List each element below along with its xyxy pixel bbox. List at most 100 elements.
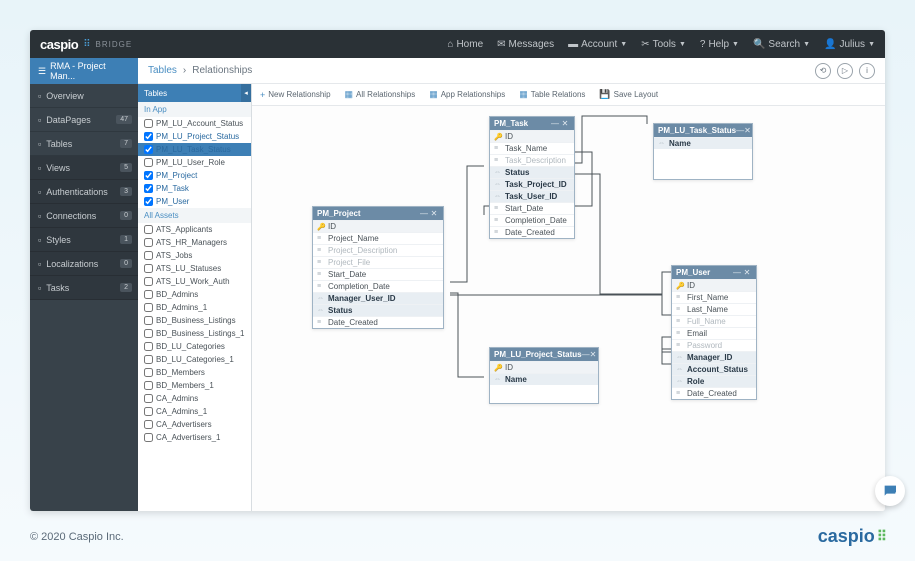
table-checkbox[interactable] bbox=[144, 277, 153, 286]
table-checkbox[interactable] bbox=[144, 342, 153, 351]
field-row[interactable]: ≡Project_Description bbox=[313, 244, 443, 256]
table-checkbox[interactable] bbox=[144, 368, 153, 377]
field-row[interactable]: 🔑ID bbox=[490, 361, 598, 373]
table-item[interactable]: BD_Admins_1 bbox=[138, 301, 251, 314]
table-item[interactable]: PM_LU_User_Role bbox=[138, 156, 251, 169]
table-checkbox[interactable] bbox=[144, 238, 153, 247]
table-item[interactable]: PM_Project bbox=[138, 169, 251, 182]
close-icon[interactable]: ✕ bbox=[742, 268, 752, 277]
nav-home[interactable]: ⌂Home bbox=[447, 39, 483, 50]
table-checkbox[interactable] bbox=[144, 329, 153, 338]
table-item[interactable]: PM_LU_Account_Status bbox=[138, 117, 251, 130]
nav-search[interactable]: 🔍Search▼ bbox=[753, 39, 810, 50]
table-pm-project[interactable]: PM_Project—✕ 🔑ID≡Project_Name≡Project_De… bbox=[312, 206, 444, 329]
nav-user[interactable]: 👤Julius▼ bbox=[824, 39, 875, 50]
play-button[interactable]: ▷ bbox=[837, 63, 853, 79]
nav-account[interactable]: ▬Account▼ bbox=[568, 39, 627, 50]
nav-help[interactable]: ?Help▼ bbox=[700, 39, 739, 50]
field-row[interactable]: ≡First_Name bbox=[672, 291, 756, 303]
table-checkbox[interactable] bbox=[144, 407, 153, 416]
table-checkbox[interactable] bbox=[144, 420, 153, 429]
close-icon[interactable]: ✕ bbox=[744, 126, 751, 135]
field-row[interactable]: ≡Date_Created bbox=[490, 226, 574, 238]
minimize-icon[interactable]: — bbox=[736, 126, 744, 135]
leftnav-item-tasks[interactable]: ▫Tasks2 bbox=[30, 276, 138, 300]
leftnav-item-datapages[interactable]: ▫DataPages47 bbox=[30, 108, 138, 132]
field-row[interactable]: ≡Completion_Date bbox=[313, 280, 443, 292]
table-item[interactable]: ATS_HR_Managers bbox=[138, 236, 251, 249]
minimize-icon[interactable]: — bbox=[582, 350, 590, 359]
table-relations-button[interactable]: ▦Table Relations bbox=[519, 89, 585, 100]
table-item[interactable]: BD_LU_Categories_1 bbox=[138, 353, 251, 366]
table-pm-lu-project-status[interactable]: PM_LU_Project_Status—✕ 🔑ID⇔Name bbox=[489, 347, 599, 404]
table-item[interactable]: BD_Admins bbox=[138, 288, 251, 301]
table-checkbox[interactable] bbox=[144, 145, 153, 154]
minimize-icon[interactable]: — bbox=[550, 119, 560, 128]
field-row[interactable]: ⇔Account_Status bbox=[672, 363, 756, 375]
field-row[interactable]: ≡Full_Name bbox=[672, 315, 756, 327]
field-row[interactable]: ⇔Status bbox=[313, 304, 443, 316]
table-item[interactable]: PM_User bbox=[138, 195, 251, 208]
field-row[interactable]: ≡Email bbox=[672, 327, 756, 339]
field-row[interactable]: ⇔Role bbox=[672, 375, 756, 387]
table-pm-lu-task-status[interactable]: PM_LU_Task_Status—✕ ⇔Name bbox=[653, 123, 753, 180]
leftnav-header[interactable]: ☰ RMA - Project Man... bbox=[30, 58, 138, 84]
table-item[interactable]: BD_LU_Categories bbox=[138, 340, 251, 353]
table-item[interactable]: BD_Business_Listings_1 bbox=[138, 327, 251, 340]
table-item[interactable]: ATS_LU_Statuses bbox=[138, 262, 251, 275]
table-item[interactable]: ATS_Applicants bbox=[138, 223, 251, 236]
field-row[interactable]: ⇔Manager_ID bbox=[672, 351, 756, 363]
table-checkbox[interactable] bbox=[144, 251, 153, 260]
field-row[interactable]: 🔑ID bbox=[313, 220, 443, 232]
field-row[interactable]: ≡Project_Name bbox=[313, 232, 443, 244]
leftnav-item-styles[interactable]: ▫Styles1 bbox=[30, 228, 138, 252]
field-row[interactable]: ⇔Name bbox=[654, 137, 752, 149]
field-row[interactable]: ⇔Task_Project_ID bbox=[490, 178, 574, 190]
table-checkbox[interactable] bbox=[144, 197, 153, 206]
relationship-canvas[interactable]: PM_Project—✕ 🔑ID≡Project_Name≡Project_De… bbox=[252, 106, 885, 511]
field-row[interactable]: 🔑ID bbox=[672, 279, 756, 291]
all-relationships-button[interactable]: ▦All Relationships bbox=[345, 89, 416, 100]
table-checkbox[interactable] bbox=[144, 290, 153, 299]
close-icon[interactable]: ✕ bbox=[429, 209, 439, 218]
table-item[interactable]: BD_Members bbox=[138, 366, 251, 379]
leftnav-item-views[interactable]: ▫Views5 bbox=[30, 156, 138, 180]
field-row[interactable]: ≡Password bbox=[672, 339, 756, 351]
leftnav-item-tables[interactable]: ▫Tables7 bbox=[30, 132, 138, 156]
table-checkbox[interactable] bbox=[144, 381, 153, 390]
leftnav-item-overview[interactable]: ▫Overview bbox=[30, 84, 138, 108]
field-row[interactable]: ⇔Task_User_ID bbox=[490, 190, 574, 202]
leftnav-item-localizations[interactable]: ▫Localizations0 bbox=[30, 252, 138, 276]
field-row[interactable]: ≡Date_Created bbox=[672, 387, 756, 399]
field-row[interactable]: ⇔Name bbox=[490, 373, 598, 385]
collapse-arrow-icon[interactable]: ◂ bbox=[241, 84, 251, 102]
table-checkbox[interactable] bbox=[144, 355, 153, 364]
all-assets-list[interactable]: ATS_ApplicantsATS_HR_ManagersATS_JobsATS… bbox=[138, 223, 251, 511]
undo-button[interactable]: ⟲ bbox=[815, 63, 831, 79]
table-checkbox[interactable] bbox=[144, 225, 153, 234]
table-item[interactable]: CA_Admins_1 bbox=[138, 405, 251, 418]
field-row[interactable]: ≡Date_Created bbox=[313, 316, 443, 328]
breadcrumb-tables[interactable]: Tables bbox=[148, 65, 177, 76]
field-row[interactable]: ≡Start_Date bbox=[490, 202, 574, 214]
table-checkbox[interactable] bbox=[144, 132, 153, 141]
save-layout-button[interactable]: 💾Save Layout bbox=[599, 89, 658, 100]
chat-button[interactable] bbox=[875, 476, 905, 506]
nav-tools[interactable]: ✂Tools▼ bbox=[641, 39, 686, 50]
table-pm-task[interactable]: PM_Task—✕ 🔑ID≡Task_Name≡Task_Description… bbox=[489, 116, 575, 239]
leftnav-item-authentications[interactable]: ▫Authentications3 bbox=[30, 180, 138, 204]
minimize-icon[interactable]: — bbox=[732, 268, 742, 277]
close-icon[interactable]: ✕ bbox=[560, 119, 570, 128]
table-checkbox[interactable] bbox=[144, 394, 153, 403]
field-row[interactable]: ⇔Status bbox=[490, 166, 574, 178]
field-row[interactable]: ≡Start_Date bbox=[313, 268, 443, 280]
nav-messages[interactable]: ✉Messages bbox=[497, 39, 554, 50]
table-checkbox[interactable] bbox=[144, 316, 153, 325]
leftnav-item-connections[interactable]: ▫Connections0 bbox=[30, 204, 138, 228]
field-row[interactable]: ≡Completion_Date bbox=[490, 214, 574, 226]
new-relationship-button[interactable]: +New Relationship bbox=[260, 90, 331, 100]
info-button[interactable]: i bbox=[859, 63, 875, 79]
table-item[interactable]: ATS_Jobs bbox=[138, 249, 251, 262]
table-checkbox[interactable] bbox=[144, 303, 153, 312]
table-item[interactable]: CA_Advertisers bbox=[138, 418, 251, 431]
